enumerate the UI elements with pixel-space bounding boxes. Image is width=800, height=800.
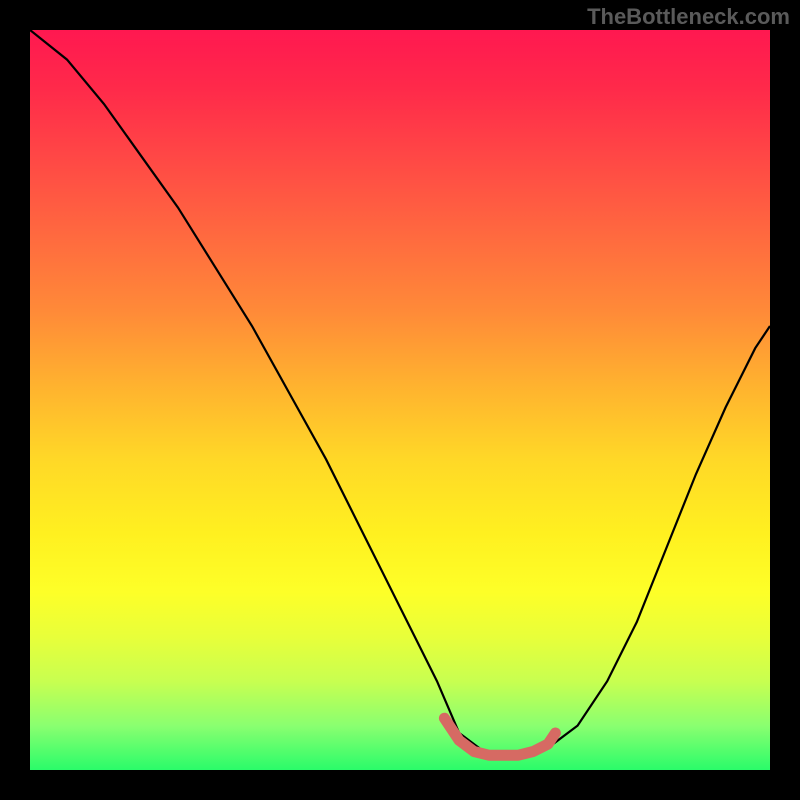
chart-svg <box>30 30 770 770</box>
bottleneck-curve-path <box>30 30 770 755</box>
watermark-text: TheBottleneck.com <box>587 4 790 30</box>
chart-plot-area <box>30 30 770 770</box>
optimal-range-highlight-path <box>444 718 555 755</box>
